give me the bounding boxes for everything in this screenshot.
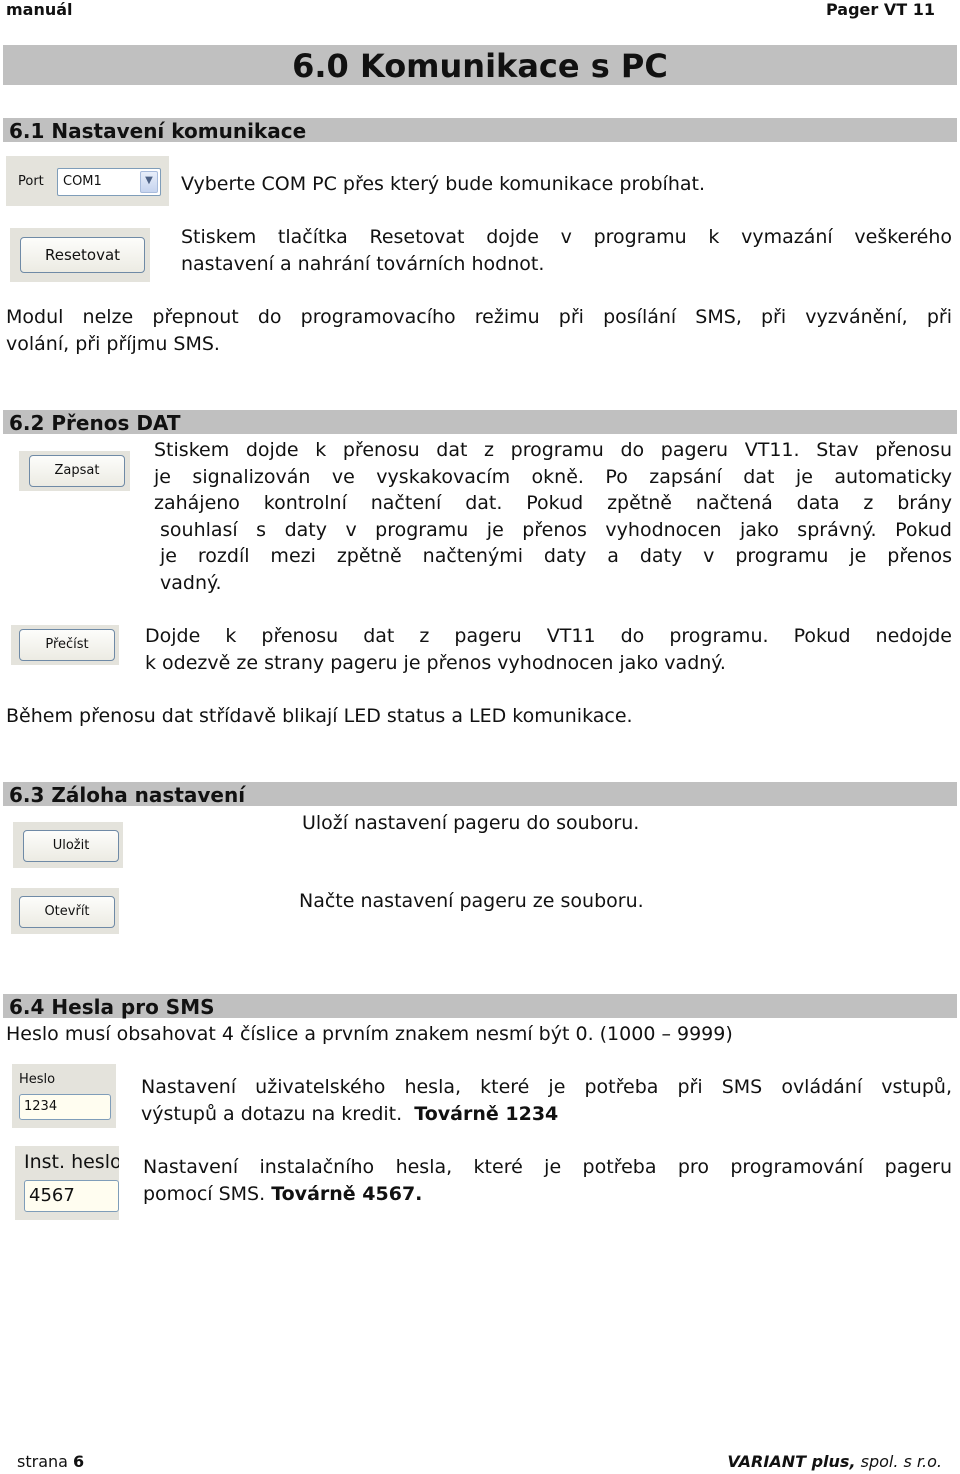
note-line: Modul nelze přepnout do programovacího r… [6,306,952,328]
user-password-input[interactable]: 1234 [19,1094,111,1120]
port-selector-screenshot: Port COM1 ▼ [6,156,169,206]
section-title-6-4: 6.4 Hesla pro SMS [3,994,957,1019]
header-right: Pager VT 11 [826,0,935,19]
install-password-line: Nastavení instalačního hesla, které je p… [143,1156,952,1178]
footer-page-number: 6 [73,1452,85,1471]
user-password-line: Nastavení uživatelského hesla, které je … [141,1076,952,1098]
user-password-default: Továrně 1234 [414,1102,559,1125]
port-label: Port [18,174,44,189]
reset-button[interactable]: Resetovat [20,237,145,273]
footer-page: strana 6 [17,1452,84,1471]
install-password-description: Nastavení instalačního hesla, které je p… [143,1154,952,1207]
user-password-line: výstupů a dotazu na kredit. [141,1102,403,1125]
reset-button-screenshot: Resetovat [10,228,150,282]
read-line: k odezvě ze strany pageru je přenos vyho… [145,651,726,674]
write-button[interactable]: Zapsat [29,455,125,487]
reset-description-line: Stiskem tlačítka Resetovat dojde v progr… [181,226,952,248]
open-button[interactable]: Otevřít [19,896,115,928]
install-password-screenshot: Inst. heslo 4567 [15,1146,119,1220]
section-title-6-2: 6.2 Přenos DAT [3,410,957,435]
section-title-6-3: 6.3 Záloha nastavení [3,782,957,807]
write-button-screenshot: Zapsat [19,451,130,491]
save-description: Uloží nastavení pageru do souboru. [302,812,640,834]
section-title-text: 6.2 Přenos DAT [9,411,181,435]
programming-mode-note: Modul nelze přepnout do programovacího r… [6,304,952,357]
section-title-6-1: 6.1 Nastavení komunikace [3,118,957,143]
section-title-text: 6.4 Hesla pro SMS [9,995,215,1019]
footer-page-label: strana [17,1452,68,1471]
install-password-label: Inst. heslo [24,1151,119,1173]
user-password-screenshot: Heslo 1234 [12,1064,116,1128]
footer-company: VARIANT plus, spol. s r.o. [727,1452,942,1471]
write-line: je signalizován ve vyskakovacím okně. Po… [154,465,952,488]
read-button-screenshot: Přečíst [11,625,119,665]
user-password-description: Nastavení uživatelského hesla, které je … [141,1074,952,1127]
footer-company-name: VARIANT plus, [727,1452,856,1471]
open-button-screenshot: Otevřít [11,888,119,934]
write-line: zahájeno kontrolní načtení dat. Pokud zp… [154,492,952,514]
read-button[interactable]: Přečíst [19,629,115,661]
write-line: vadný. [160,571,222,594]
header-left: manuál [6,0,73,19]
save-button[interactable]: Uložit [23,830,119,862]
write-line: souhlasí s daty v programu je přenos vyh… [160,518,952,541]
chapter-title-text: 6.0 Komunikace s PC [292,47,668,85]
write-description: Stiskem dojde k přenosu dat z programu d… [154,437,952,596]
footer-company-suffix: spol. s r.o. [855,1452,942,1471]
reset-description: Stiskem tlačítka Resetovat dojde v progr… [181,224,952,277]
port-select[interactable]: COM1 ▼ [57,168,161,196]
section-title-text: 6.3 Záloha nastavení [9,783,246,807]
note-line: volání, při příjmu SMS. [6,332,220,355]
install-password-input[interactable]: 4567 [24,1180,119,1212]
chapter-title: 6.0 Komunikace s PC [3,45,957,85]
write-line: Stiskem dojde k přenosu dat z programu d… [154,439,952,461]
port-value: COM1 [63,174,102,189]
reset-description-line: nastavení a nahrání továrních hodnot. [181,252,545,275]
user-password-label: Heslo [19,1072,56,1087]
write-line: je rozdíl mezi zpětně načtenými daty a d… [160,545,952,567]
led-note: Během přenosu dat střídavě blikají LED s… [6,705,633,727]
section-title-text: 6.1 Nastavení komunikace [9,119,307,143]
password-rule: Heslo musí obsahovat 4 číslice a prvním … [6,1023,733,1045]
install-password-line: pomocí SMS. [143,1182,266,1205]
port-description: Vyberte COM PC přes který bude komunikac… [181,173,706,195]
read-description: Dojde k přenosu dat z pageru VT11 do pro… [145,623,952,676]
read-line: Dojde k přenosu dat z pageru VT11 do pro… [145,625,952,647]
chevron-down-icon[interactable]: ▼ [140,171,158,193]
open-description: Načte nastavení pageru ze souboru. [299,890,644,912]
install-password-default: Továrně 4567. [271,1182,423,1205]
save-button-screenshot: Uložit [13,822,123,868]
